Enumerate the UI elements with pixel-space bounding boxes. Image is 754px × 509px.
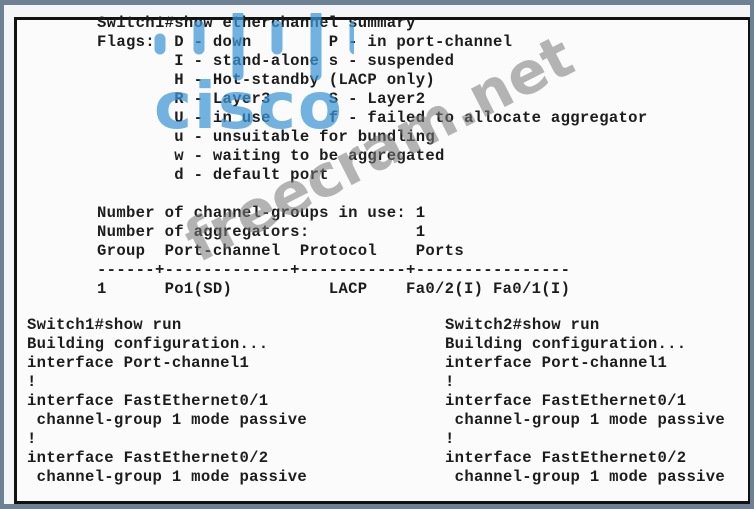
terminal-line: w - waiting to be aggregated [97,147,445,165]
terminal-line: Switch1#show run [27,316,182,334]
terminal-line: d - default port [97,166,329,184]
terminal-line: ! [27,430,37,448]
etherchannel-summary-output: Switch1#show etherchannel summary Flags: … [97,14,648,299]
terminal-line: U - in use f - failed to allocate aggreg… [97,109,648,127]
terminal-line: ------+-------------+-----------+-------… [97,261,571,279]
terminal-line: I - stand-alone s - suspended [97,52,455,70]
terminal-line: interface Port-channel1 [445,354,668,372]
terminal-line: H - Hot-standby (LACP only) [97,71,436,89]
terminal-line: Switch2#show run [445,316,600,334]
terminal-line: Group Port-channel Protocol Ports [97,242,464,260]
terminal-line: R - Layer3 S - Layer2 [97,90,426,108]
terminal-line: Flags: D - down P - in port-channel [97,33,513,51]
terminal-line: Building configuration... [445,335,687,353]
image-panel: Switch1#show etherchannel summary Flags: … [4,5,750,504]
switch1-running-config: Switch1#show run Building configuration..… [27,316,307,487]
terminal-line: channel-group 1 mode passive [445,468,726,486]
terminal-line: interface FastEthernet0/2 [445,449,687,467]
terminal-line: Number of aggregators: 1 [97,223,426,241]
terminal-line: ! [445,373,455,391]
terminal-line: channel-group 1 mode passive [27,411,308,429]
terminal-line: interface FastEthernet0/1 [27,392,269,410]
terminal-line: interface Port-channel1 [27,354,250,372]
terminal-line: 1 Po1(SD) LACP Fa0/2(I) Fa0/1(I) [97,280,571,298]
terminal-line: channel-group 1 mode passive [445,411,726,429]
switch2-running-config: Switch2#show run Building configuration..… [445,316,725,487]
terminal-line: interface FastEthernet0/1 [445,392,687,410]
terminal-line: u - unsuitable for bundling [97,128,436,146]
terminal-line: Building configuration... [27,335,269,353]
terminal-line: ! [27,373,37,391]
terminal-line: Switch1#show etherchannel summary [97,14,416,32]
terminal-line: Number of channel-groups in use: 1 [97,204,426,222]
terminal-line: interface FastEthernet0/2 [27,449,269,467]
terminal-line: channel-group 1 mode passive [27,468,308,486]
terminal-line: ! [445,430,455,448]
